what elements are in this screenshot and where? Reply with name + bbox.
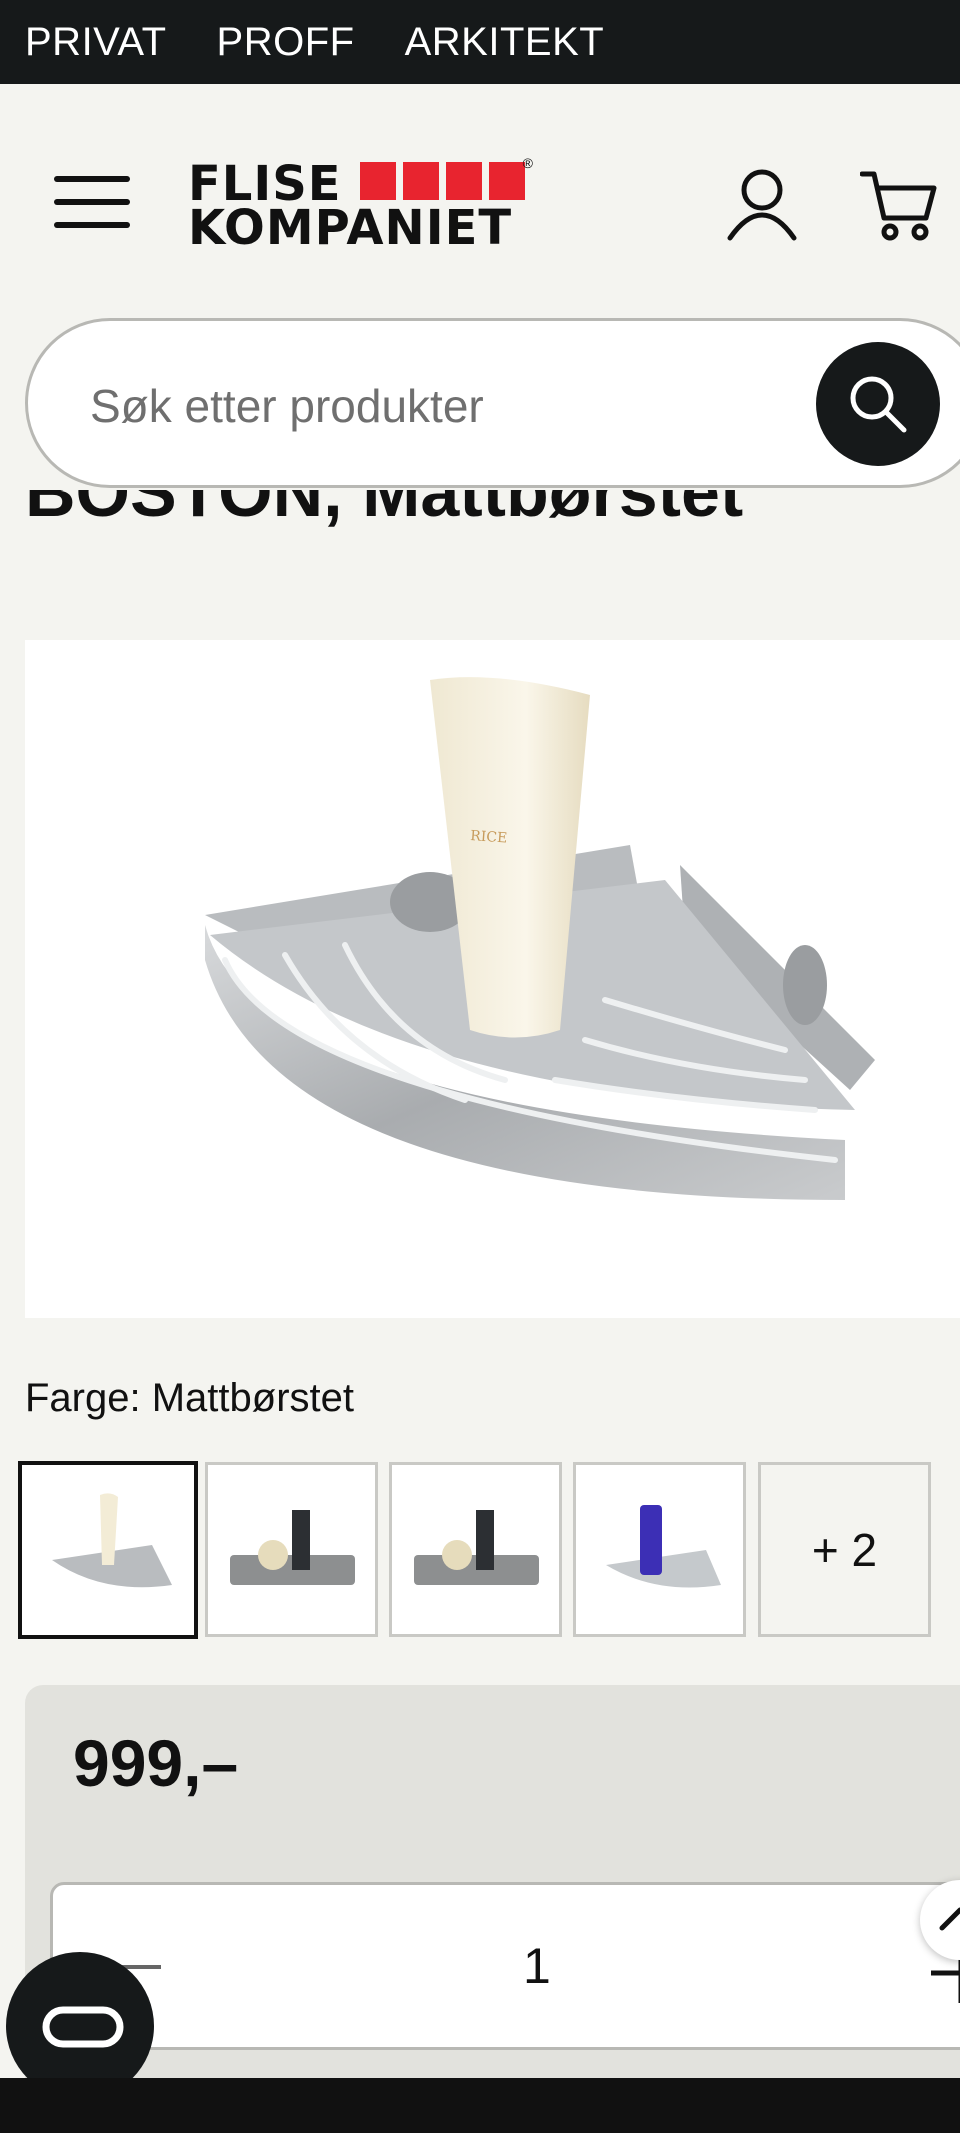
thumb-image xyxy=(52,1493,172,1588)
system-navigation-bar xyxy=(0,2078,960,2133)
quantity-value[interactable]: 1 xyxy=(523,1937,551,1995)
user-icon[interactable] xyxy=(724,166,800,242)
thumbnail-mattborstet[interactable] xyxy=(18,1461,198,1639)
menu-icon[interactable] xyxy=(54,172,130,232)
thumb-image xyxy=(414,1510,539,1585)
chevron-up-icon xyxy=(939,1907,960,1931)
thumbnail-variant-3[interactable] xyxy=(389,1462,562,1637)
color-label: Farge: Mattbørstet xyxy=(25,1376,354,1420)
thumbnail-variant-4[interactable] xyxy=(573,1462,746,1637)
search-button[interactable] xyxy=(816,342,940,466)
product-title-text: BOSTON, Mattbørstet xyxy=(25,490,744,531)
flisekompaniet-logo[interactable]: FLISE KOMPANIET ® xyxy=(188,152,533,252)
scroll-to-top-button[interactable] xyxy=(920,1880,960,1960)
more-thumbnails-button[interactable]: + 2 xyxy=(758,1462,931,1637)
more-thumbnails-count: + 2 xyxy=(811,1523,878,1576)
thumbnail-variant-2[interactable] xyxy=(205,1462,378,1637)
nav-arkitekt[interactable]: ARKITEKT xyxy=(405,20,605,65)
product-main-image[interactable]: RICE xyxy=(25,640,960,1318)
product-price: 999,– xyxy=(73,1726,239,1800)
product-title: BOSTON, Mattbørstet xyxy=(25,490,960,550)
logo-text-line2: KOMPANIET xyxy=(188,200,513,256)
corner-shelf-image: RICE xyxy=(205,677,875,1200)
search-input[interactable]: Søk etter produkter xyxy=(90,379,484,433)
top-audience-nav: PRIVAT PROFF ARKITEKT xyxy=(0,0,960,84)
registered-mark: ® xyxy=(522,155,533,171)
site-header: FLISE KOMPANIET ® xyxy=(0,84,960,316)
thumb-image xyxy=(606,1505,721,1588)
nav-privat[interactable]: PRIVAT xyxy=(25,20,167,65)
svg-text:RICE: RICE xyxy=(470,828,508,847)
search-icon xyxy=(850,376,907,433)
cart-icon[interactable] xyxy=(860,166,940,242)
logo-red-squares xyxy=(360,162,525,200)
quantity-stepper: 1 xyxy=(50,1882,960,2050)
nav-proff[interactable]: PROFF xyxy=(217,20,355,65)
thumb-image xyxy=(230,1510,355,1585)
